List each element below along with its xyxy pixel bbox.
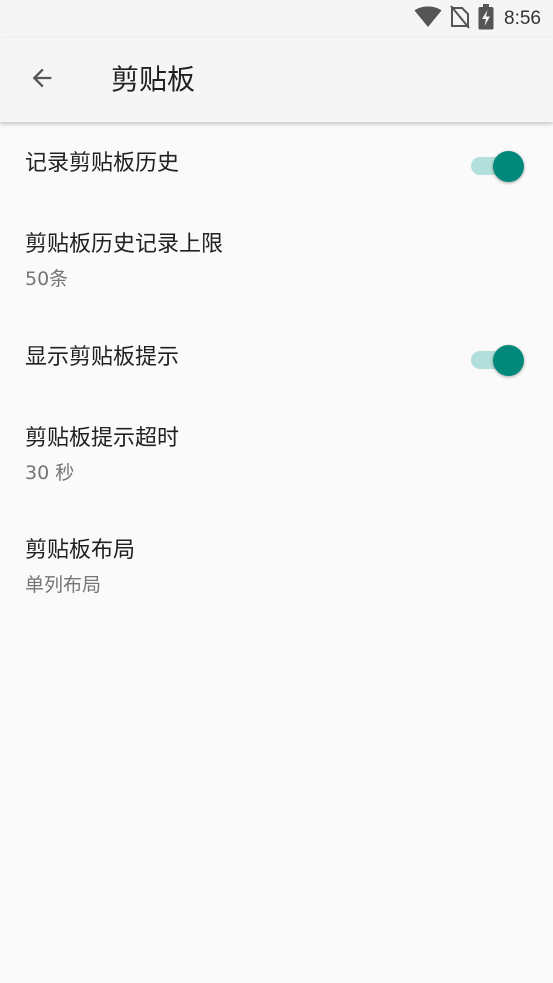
show-hint-switch[interactable] bbox=[471, 344, 524, 376]
setting-title: 剪贴板历史记录上限 bbox=[25, 232, 224, 257]
app-bar: 剪贴板 bbox=[0, 38, 553, 122]
setting-hint-timeout[interactable]: 剪贴板提示超时 30 秒 bbox=[0, 398, 553, 510]
setting-title: 记录剪贴板历史 bbox=[25, 151, 180, 176]
setting-history-limit[interactable]: 剪贴板历史记录上限 50条 bbox=[0, 204, 553, 316]
record-history-switch[interactable] bbox=[471, 150, 524, 182]
switch-thumb bbox=[493, 345, 524, 376]
setting-title: 剪贴板布局 bbox=[25, 538, 136, 563]
status-bar: 8:56 bbox=[0, 0, 553, 38]
setting-layout[interactable]: 剪贴板布局 单列布局 bbox=[0, 510, 553, 622]
switch-thumb bbox=[493, 151, 524, 182]
arrow-back-icon bbox=[28, 64, 56, 96]
setting-title: 显示剪贴板提示 bbox=[25, 345, 180, 370]
setting-show-hint[interactable]: 显示剪贴板提示 bbox=[0, 316, 553, 398]
no-sim-icon bbox=[450, 5, 470, 33]
status-icons: 8:56 bbox=[414, 4, 541, 34]
setting-summary: 单列布局 bbox=[25, 574, 102, 596]
status-time: 8:56 bbox=[504, 8, 541, 29]
battery-charging-icon bbox=[478, 4, 494, 34]
back-button[interactable] bbox=[18, 56, 66, 104]
settings-list: 记录剪贴板历史 剪贴板历史记录上限 50条 显示剪贴板提示 剪贴板提示超时 30… bbox=[0, 122, 553, 622]
setting-summary: 30 秒 bbox=[25, 462, 75, 484]
setting-record-history[interactable]: 记录剪贴板历史 bbox=[0, 122, 553, 204]
setting-summary: 50条 bbox=[25, 268, 69, 290]
wifi-icon bbox=[414, 6, 442, 32]
setting-title: 剪贴板提示超时 bbox=[25, 426, 180, 451]
page-title: 剪贴板 bbox=[111, 63, 196, 96]
